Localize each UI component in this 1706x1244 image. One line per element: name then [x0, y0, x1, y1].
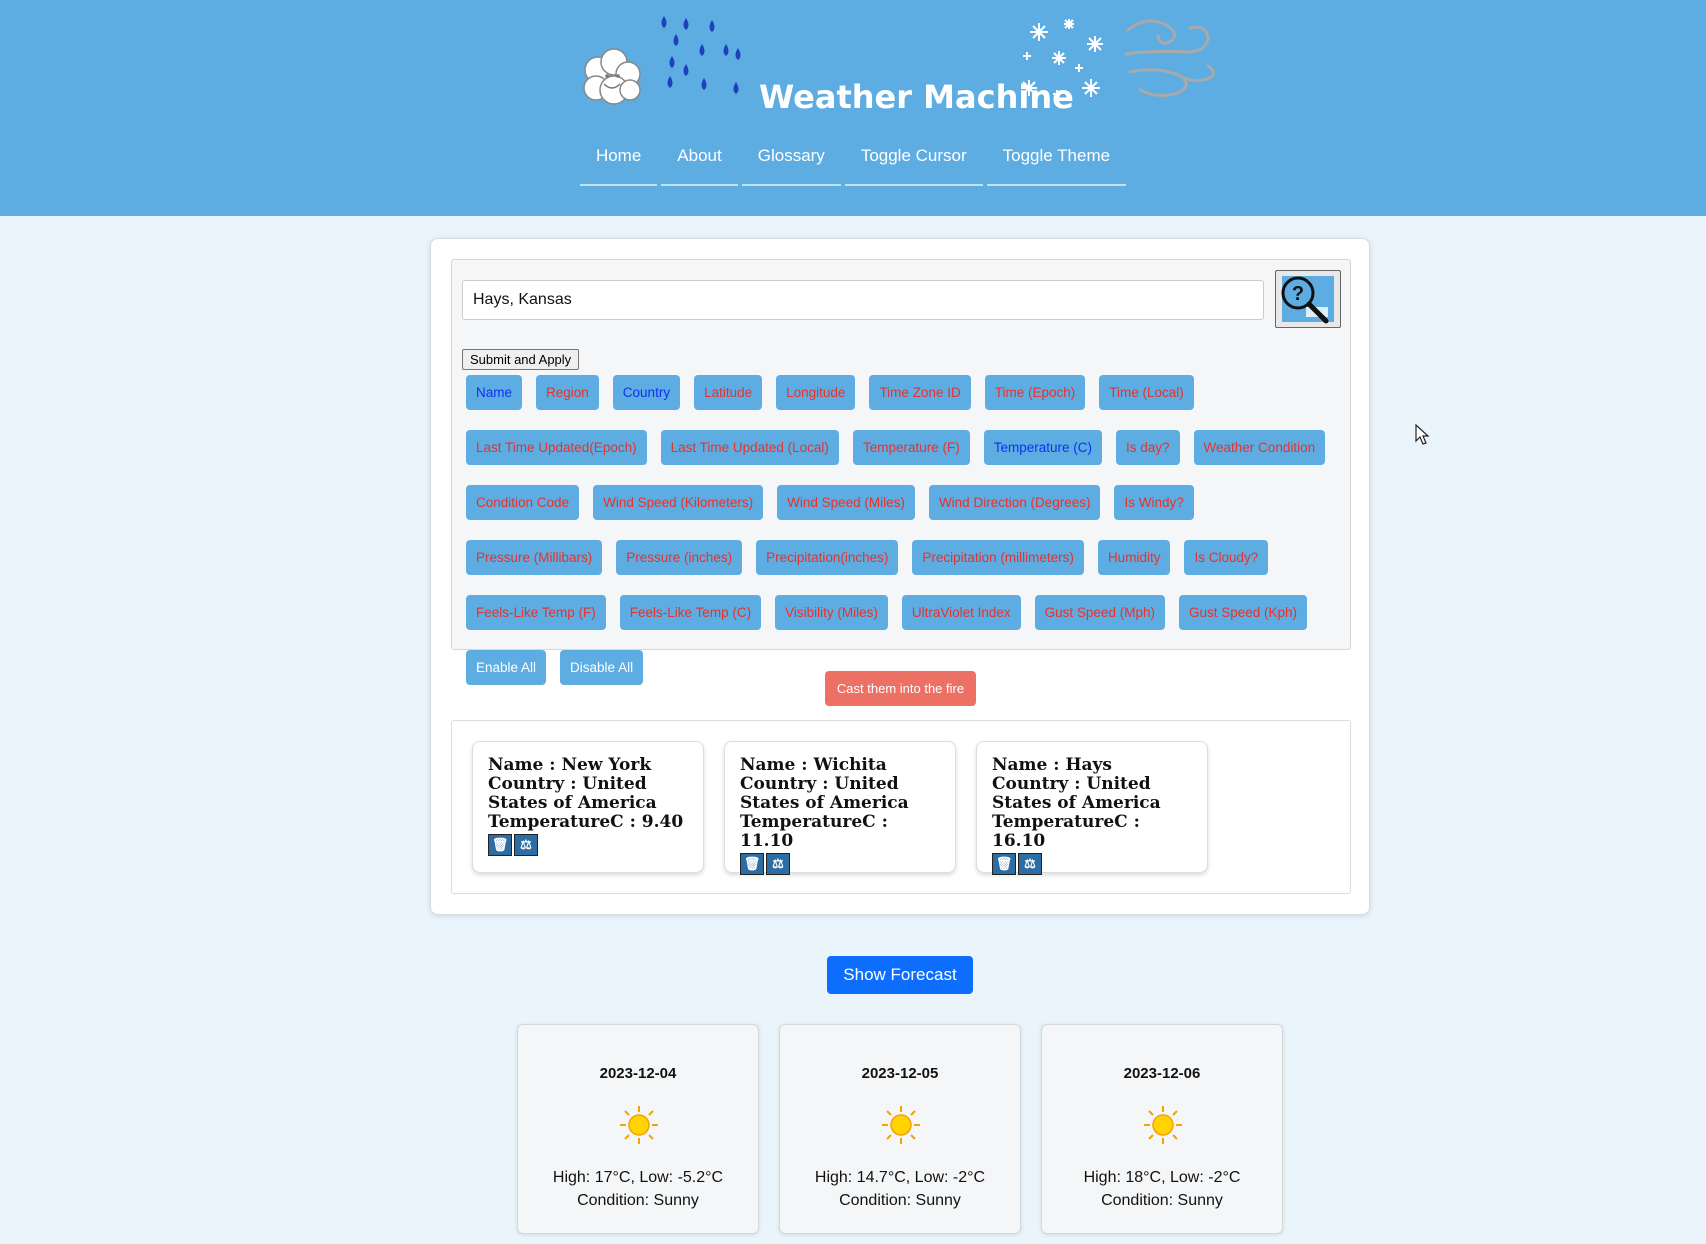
- chip-pressure-in[interactable]: Pressure (inches): [616, 540, 743, 575]
- forecast-card: 2023-12-06 High: 18°C, Low: -2°C Conditi…: [1041, 1024, 1283, 1234]
- chip-last-updated-epoch[interactable]: Last Time Updated(Epoch): [466, 430, 647, 465]
- forecast-date: 2023-12-04: [599, 1065, 677, 1082]
- saved-locations-panel: Name : New York Country : United States …: [451, 720, 1351, 894]
- forecast-high-low: High: 14.7°C, Low: -2°C: [814, 1169, 986, 1186]
- nav-toggle-theme[interactable]: Toggle Theme: [986, 142, 1127, 186]
- location-temperature: TemperatureC : 9.40: [488, 812, 684, 832]
- chip-humidity[interactable]: Humidity: [1097, 540, 1171, 575]
- compare-scale-icon[interactable]: ⚖: [766, 853, 790, 875]
- chip-time-epoch[interactable]: Time (Epoch): [984, 375, 1086, 410]
- trash-icon[interactable]: 🗑: [740, 853, 764, 875]
- mouse-pointer-icon: [1415, 424, 1430, 445]
- nav-glossary[interactable]: Glossary: [741, 142, 841, 186]
- chip-longitude[interactable]: Longitude: [776, 375, 856, 410]
- chip-precip-in[interactable]: Precipitation(inches): [756, 540, 899, 575]
- chip-last-updated-local[interactable]: Last Time Updated (Local): [660, 430, 839, 465]
- cloud-icon: [583, 48, 641, 105]
- sun-icon: [620, 1106, 658, 1144]
- field-filter-chips: Name Region Country Latitude Longitude T…: [466, 375, 1346, 685]
- chip-temperature-f[interactable]: Temperature (F): [852, 430, 970, 465]
- raindrops-icon: [661, 16, 741, 94]
- weather-query-card: ? Submit and Apply Name Region Country L…: [430, 238, 1370, 915]
- enable-all-button[interactable]: Enable All: [466, 650, 547, 685]
- sun-icon: [1144, 1106, 1182, 1144]
- snowflakes-icon: [1021, 19, 1103, 98]
- cast-into-fire-button[interactable]: Cast them into the fire: [825, 671, 976, 706]
- trash-icon[interactable]: 🗑: [992, 853, 1016, 875]
- search-button[interactable]: ?: [1275, 270, 1341, 328]
- location-card: Name : New York Country : United States …: [472, 741, 704, 873]
- chip-wind-direction[interactable]: Wind Direction (Degrees): [928, 485, 1101, 520]
- location-name: Name : New York: [488, 755, 652, 775]
- chip-time-zone-id[interactable]: Time Zone ID: [869, 375, 971, 410]
- forecast-condition: Condition: Sunny: [839, 1192, 961, 1209]
- forecast-high-low: High: 18°C, Low: -2°C: [1083, 1169, 1241, 1186]
- chip-gust-mph[interactable]: Gust Speed (Mph): [1034, 595, 1165, 630]
- chip-condition-code[interactable]: Condition Code: [466, 485, 580, 520]
- chip-uv-index[interactable]: UltraViolet Index: [901, 595, 1021, 630]
- location-search-input[interactable]: [462, 280, 1264, 320]
- nav-home[interactable]: Home: [579, 142, 658, 186]
- disable-all-button[interactable]: Disable All: [560, 650, 644, 685]
- main-nav: Home About Glossary Toggle Cursor Toggle…: [0, 142, 1706, 186]
- sun-icon: [882, 1106, 920, 1144]
- chip-temperature-c[interactable]: Temperature (C): [983, 430, 1102, 465]
- location-country: Country : United States of America: [992, 774, 1161, 813]
- chip-weather-condition[interactable]: Weather Condition: [1193, 430, 1326, 465]
- chip-latitude[interactable]: Latitude: [694, 375, 763, 410]
- location-name: Name : Hays: [992, 755, 1112, 775]
- chip-pressure-mb[interactable]: Pressure (Millibars): [466, 540, 603, 575]
- chip-is-windy[interactable]: Is Windy?: [1114, 485, 1194, 520]
- location-country: Country : United States of America: [740, 774, 909, 813]
- nav-toggle-cursor[interactable]: Toggle Cursor: [844, 142, 983, 186]
- location-card: Name : Wichita Country : United States o…: [724, 741, 956, 875]
- compare-scale-icon[interactable]: ⚖: [514, 834, 538, 856]
- chip-is-day[interactable]: Is day?: [1116, 430, 1180, 465]
- forecast-date: 2023-12-05: [861, 1065, 939, 1082]
- chip-region[interactable]: Region: [536, 375, 599, 410]
- chip-wind-speed-miles[interactable]: Wind Speed (Miles): [777, 485, 915, 520]
- forecast-condition: Condition: Sunny: [577, 1192, 699, 1209]
- location-card: Name : Hays Country : United States of A…: [976, 741, 1208, 875]
- chip-wind-speed-km[interactable]: Wind Speed (Kilometers): [593, 485, 764, 520]
- svg-text:?: ?: [1292, 283, 1304, 305]
- forecast-card: 2023-12-05 High: 14.7°C, Low: -2°C Condi…: [779, 1024, 1021, 1234]
- location-temperature: TemperatureC : 16.10: [992, 812, 1140, 851]
- wind-icon: [1124, 19, 1215, 97]
- chip-name[interactable]: Name: [466, 375, 523, 410]
- location-country: Country : United States of America: [488, 774, 657, 813]
- forecast-high-low: High: 17°C, Low: -5.2°C: [552, 1169, 724, 1186]
- query-panel: ? Submit and Apply Name Region Country L…: [451, 259, 1351, 685]
- chip-feels-like-f[interactable]: Feels-Like Temp (F): [466, 595, 606, 630]
- location-name: Name : Wichita: [740, 755, 887, 775]
- chip-precip-mm[interactable]: Precipitation (millimeters): [912, 540, 1084, 575]
- search-magnifier-icon: ?: [1281, 276, 1334, 324]
- submit-apply-button[interactable]: Submit and Apply: [462, 349, 580, 370]
- nav-about[interactable]: About: [661, 142, 738, 186]
- chip-gust-kph[interactable]: Gust Speed (Kph): [1178, 595, 1308, 630]
- chip-country[interactable]: Country: [612, 375, 681, 410]
- chip-feels-like-c[interactable]: Feels-Like Temp (C): [619, 595, 762, 630]
- compare-scale-icon[interactable]: ⚖: [1018, 853, 1042, 875]
- forecast-card: 2023-12-04 High: 17°C, Low: -5.2°C Condi…: [517, 1024, 759, 1234]
- chip-is-cloudy[interactable]: Is Cloudy?: [1184, 540, 1269, 575]
- show-forecast-button[interactable]: Show Forecast: [827, 956, 973, 994]
- site-header: Weather Machine Home About Glossary Togg…: [0, 0, 1706, 216]
- chip-visibility-miles[interactable]: Visibility (Miles): [775, 595, 888, 630]
- forecast-condition: Condition: Sunny: [1101, 1192, 1223, 1209]
- chip-time-local[interactable]: Time (Local): [1099, 375, 1194, 410]
- trash-icon[interactable]: 🗑: [488, 834, 512, 856]
- forecast-date: 2023-12-06: [1123, 1065, 1201, 1082]
- location-temperature: TemperatureC : 11.10: [740, 812, 888, 851]
